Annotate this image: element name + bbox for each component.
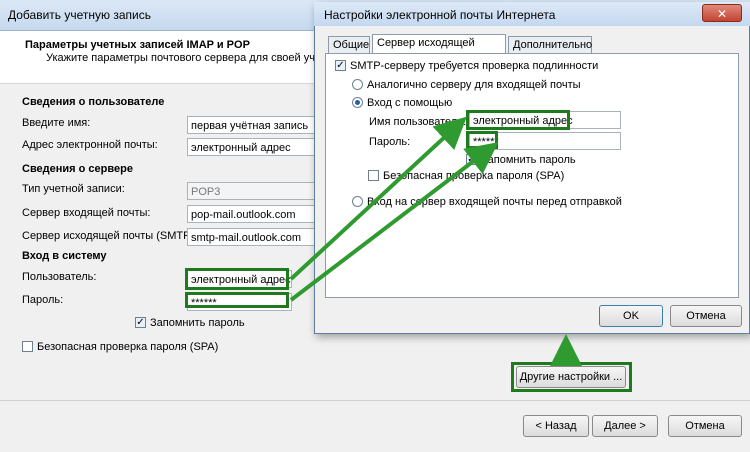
arrow-password-to-password [289, 142, 499, 302]
annotation-arrows [289, 116, 582, 366]
arrow-user-to-username [289, 116, 467, 281]
